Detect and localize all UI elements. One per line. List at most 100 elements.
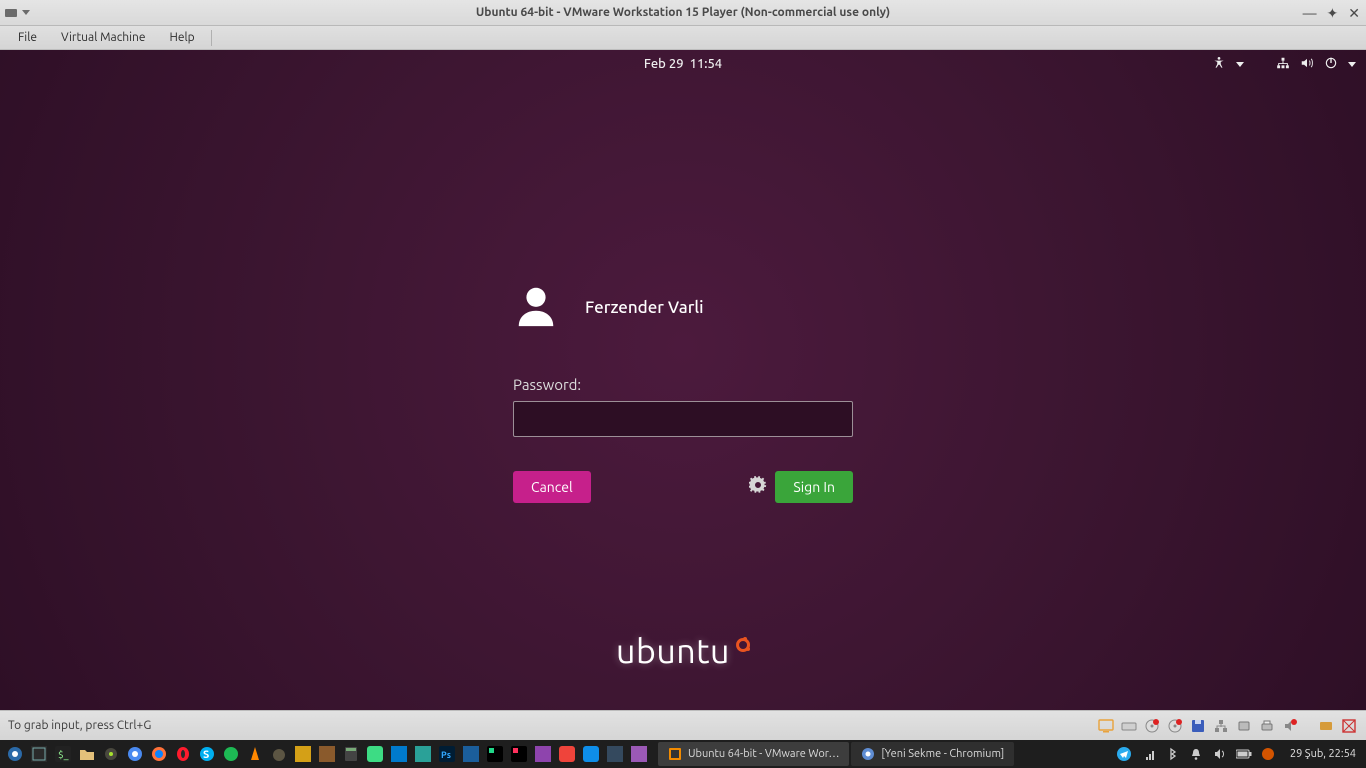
- vmware-grab-hint: To grab input, press Ctrl+G: [8, 719, 151, 732]
- network-icon[interactable]: [1276, 56, 1290, 73]
- launcher-skype-icon[interactable]: S: [196, 743, 218, 765]
- accessibility-dropdown-icon[interactable]: [1236, 62, 1244, 67]
- taskbar-launchers: $_ S Ps: [0, 743, 650, 765]
- vmware-titlebar[interactable]: Ubuntu 64-bit - VMware Workstation 15 Pl…: [0, 0, 1366, 26]
- launcher-app3-icon[interactable]: [532, 743, 554, 765]
- maximize-button[interactable]: ✦: [1327, 5, 1339, 22]
- login-button-row: Cancel Sign In: [513, 471, 853, 503]
- vm-display-icon[interactable]: [1097, 718, 1115, 734]
- vmware-statusbar: To grab input, press Ctrl+G: [0, 710, 1366, 740]
- launcher-app5-icon[interactable]: [628, 743, 650, 765]
- launcher-ps-icon[interactable]: Ps: [436, 743, 458, 765]
- launcher-packettracer-icon[interactable]: [412, 743, 434, 765]
- tray-notification-icon[interactable]: [1188, 746, 1204, 762]
- menu-virtual-machine[interactable]: Virtual Machine: [49, 28, 158, 47]
- vm-printer-icon[interactable]: [1258, 718, 1276, 734]
- launcher-spotify-icon[interactable]: [220, 743, 242, 765]
- tray-clock[interactable]: 29 Şub, 22:54: [1284, 748, 1362, 760]
- vm-usb-icon[interactable]: [1235, 718, 1253, 734]
- svg-text:$_: $_: [58, 749, 69, 760]
- ubuntu-circle-icon: [736, 638, 750, 652]
- password-input[interactable]: [513, 401, 853, 437]
- launcher-calculator-icon[interactable]: [340, 743, 362, 765]
- tray-telegram-icon[interactable]: [1116, 746, 1132, 762]
- host-taskbar: $_ S Ps Ubuntu 64-bit - VMware Wor…: [0, 740, 1366, 768]
- tray-volume-icon[interactable]: [1212, 746, 1228, 762]
- topbar-time: 11:54: [690, 57, 723, 71]
- svg-text:Ps: Ps: [441, 750, 451, 760]
- launcher-app2-icon[interactable]: [316, 743, 338, 765]
- vm-floppy-icon[interactable]: [1189, 718, 1207, 734]
- menu-help[interactable]: Help: [158, 28, 207, 47]
- vm-network-icon[interactable]: [1212, 718, 1230, 734]
- menu-file[interactable]: File: [6, 28, 49, 47]
- launcher-anydesk-icon[interactable]: [556, 743, 578, 765]
- launcher-teamviewer-icon[interactable]: [580, 743, 602, 765]
- ubuntu-logo-text: ubuntu: [616, 632, 730, 670]
- volume-icon[interactable]: [1300, 56, 1314, 73]
- launcher-menu-icon[interactable]: [4, 743, 26, 765]
- launcher-firefox-icon[interactable]: [148, 743, 170, 765]
- vm-hdd-icon[interactable]: [1120, 718, 1138, 734]
- menu-separator: [211, 30, 212, 46]
- task-vmware-label: Ubuntu 64-bit - VMware Wor…: [688, 748, 839, 760]
- launcher-gimp-icon[interactable]: [268, 743, 290, 765]
- topbar-system-area[interactable]: [1212, 50, 1356, 78]
- vm-cd-icon[interactable]: [1143, 718, 1161, 734]
- launcher-vscode-icon[interactable]: [388, 743, 410, 765]
- password-label: Password:: [513, 376, 853, 393]
- launcher-vlc-icon[interactable]: [244, 743, 266, 765]
- launcher-files-icon[interactable]: [76, 743, 98, 765]
- launcher-pycharm-icon[interactable]: [484, 743, 506, 765]
- vmware-menu-dropdown-icon[interactable]: [22, 10, 30, 15]
- tray-updates-icon[interactable]: [1260, 746, 1276, 762]
- system-dropdown-icon[interactable]: [1348, 62, 1356, 67]
- host-window: Ubuntu 64-bit - VMware Workstation 15 Pl…: [0, 0, 1366, 740]
- signin-button[interactable]: Sign In: [775, 471, 853, 503]
- launcher-wireshark-icon[interactable]: [460, 743, 482, 765]
- vm-fullscreen-icon[interactable]: [1340, 718, 1358, 734]
- gnome-topbar: Feb 29 11:54: [0, 50, 1366, 78]
- topbar-date: Feb 29: [644, 57, 684, 71]
- cancel-button[interactable]: Cancel: [513, 471, 591, 503]
- ubuntu-gdm-screen: Feb 29 11:54: [0, 50, 1366, 710]
- taskbar-tasks: Ubuntu 64-bit - VMware Wor… [Yeni Sekme …: [658, 742, 1014, 766]
- session-gear-icon[interactable]: [749, 476, 767, 498]
- launcher-app4-icon[interactable]: [604, 743, 626, 765]
- minimize-button[interactable]: —: [1303, 5, 1317, 21]
- ubuntu-logo: ubuntu: [616, 632, 750, 670]
- user-row: Ferzender Varli: [513, 282, 853, 332]
- vmware-window-title: Ubuntu 64-bit - VMware Workstation 15 Pl…: [476, 6, 890, 19]
- svg-text:S: S: [203, 749, 209, 761]
- launcher-app1-icon[interactable]: [292, 743, 314, 765]
- close-button[interactable]: ✕: [1348, 5, 1360, 22]
- user-display-name: Ferzender Varli: [585, 298, 704, 317]
- launcher-atom-icon[interactable]: [100, 743, 122, 765]
- vm-cd2-icon[interactable]: [1166, 718, 1184, 734]
- vmware-window-controls: — ✦ ✕: [1303, 0, 1360, 26]
- tray-bluetooth-icon[interactable]: [1164, 746, 1180, 762]
- tray-battery-icon[interactable]: [1236, 746, 1252, 762]
- vm-message-icon[interactable]: [1317, 718, 1335, 734]
- task-chromium[interactable]: [Yeni Sekme - Chromium]: [851, 742, 1014, 766]
- task-vmware[interactable]: Ubuntu 64-bit - VMware Wor…: [658, 742, 849, 766]
- vmware-device-icons: [1097, 718, 1358, 734]
- accessibility-icon[interactable]: [1212, 56, 1226, 73]
- vmware-app-icon: [4, 6, 18, 20]
- launcher-terminal-icon[interactable]: $_: [52, 743, 74, 765]
- launcher-show-desktop-icon[interactable]: [28, 743, 50, 765]
- launcher-chromium-icon[interactable]: [124, 743, 146, 765]
- task-chromium-label: [Yeni Sekme - Chromium]: [881, 748, 1004, 760]
- topbar-datetime[interactable]: Feb 29 11:54: [644, 57, 722, 71]
- launcher-opera-icon[interactable]: [172, 743, 194, 765]
- taskbar-tray: 29 Şub, 22:54: [1116, 746, 1362, 762]
- vmware-menubar: File Virtual Machine Help: [0, 26, 1366, 50]
- login-panel: Ferzender Varli Password: Cancel Sign In: [513, 282, 853, 503]
- vm-sound-icon[interactable]: [1281, 718, 1299, 734]
- launcher-android-icon[interactable]: [364, 743, 386, 765]
- vm-spacer: [1304, 718, 1312, 734]
- power-icon[interactable]: [1324, 56, 1338, 73]
- tray-network-icon[interactable]: [1140, 746, 1156, 762]
- user-avatar-icon: [513, 282, 559, 332]
- launcher-intellij-icon[interactable]: [508, 743, 530, 765]
